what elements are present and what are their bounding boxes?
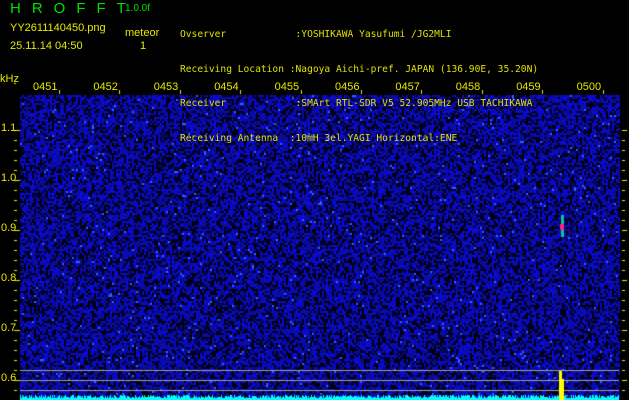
info-row-antenna: Receiving Antenna :10mH 3el.YAGI Horizon… (180, 132, 458, 144)
frequency-label: 1.1 (1, 122, 17, 134)
frequency-label: 0.7 (1, 322, 17, 334)
frequency-label: 0.8 (1, 272, 17, 284)
time-label: 0458 (455, 81, 481, 93)
time-label: 0452 (93, 81, 118, 93)
filename-label: YY2611140450.png (10, 22, 106, 34)
time-label: 0456 (335, 81, 360, 93)
frequency-label: 0.6 (1, 372, 17, 384)
info-row-receiver: Receiver :SMArt RTL-SDR V5 52.905MHz USB… (180, 98, 533, 109)
time-label: 0453 (153, 81, 179, 93)
info-row-location: Receiving Location :Nagoya Aichi-pref. J… (180, 63, 539, 75)
version-label: 1.0.0f (125, 3, 151, 14)
frequency-label: 0.9 (1, 222, 17, 234)
app-logo: HROFFT (10, 0, 137, 17)
time-label: 0457 (395, 81, 420, 93)
time-label: 0500 (576, 81, 602, 93)
info-row-observer: Ovserver :YOSHIKAWA Yasufumi /JG2MLI (180, 29, 452, 40)
meteor-count: 1 (140, 40, 147, 52)
time-label: 0455 (274, 81, 300, 93)
time-label: 0459 (516, 81, 541, 93)
meteor-label: meteor (125, 27, 160, 39)
frequency-label: 1.0 (1, 172, 17, 184)
time-label: 0454 (214, 81, 239, 93)
frequency-unit-label: kHz (0, 73, 19, 85)
datetime-label: 25.11.14 04:50 (10, 40, 83, 52)
time-label: 0451 (33, 81, 58, 93)
